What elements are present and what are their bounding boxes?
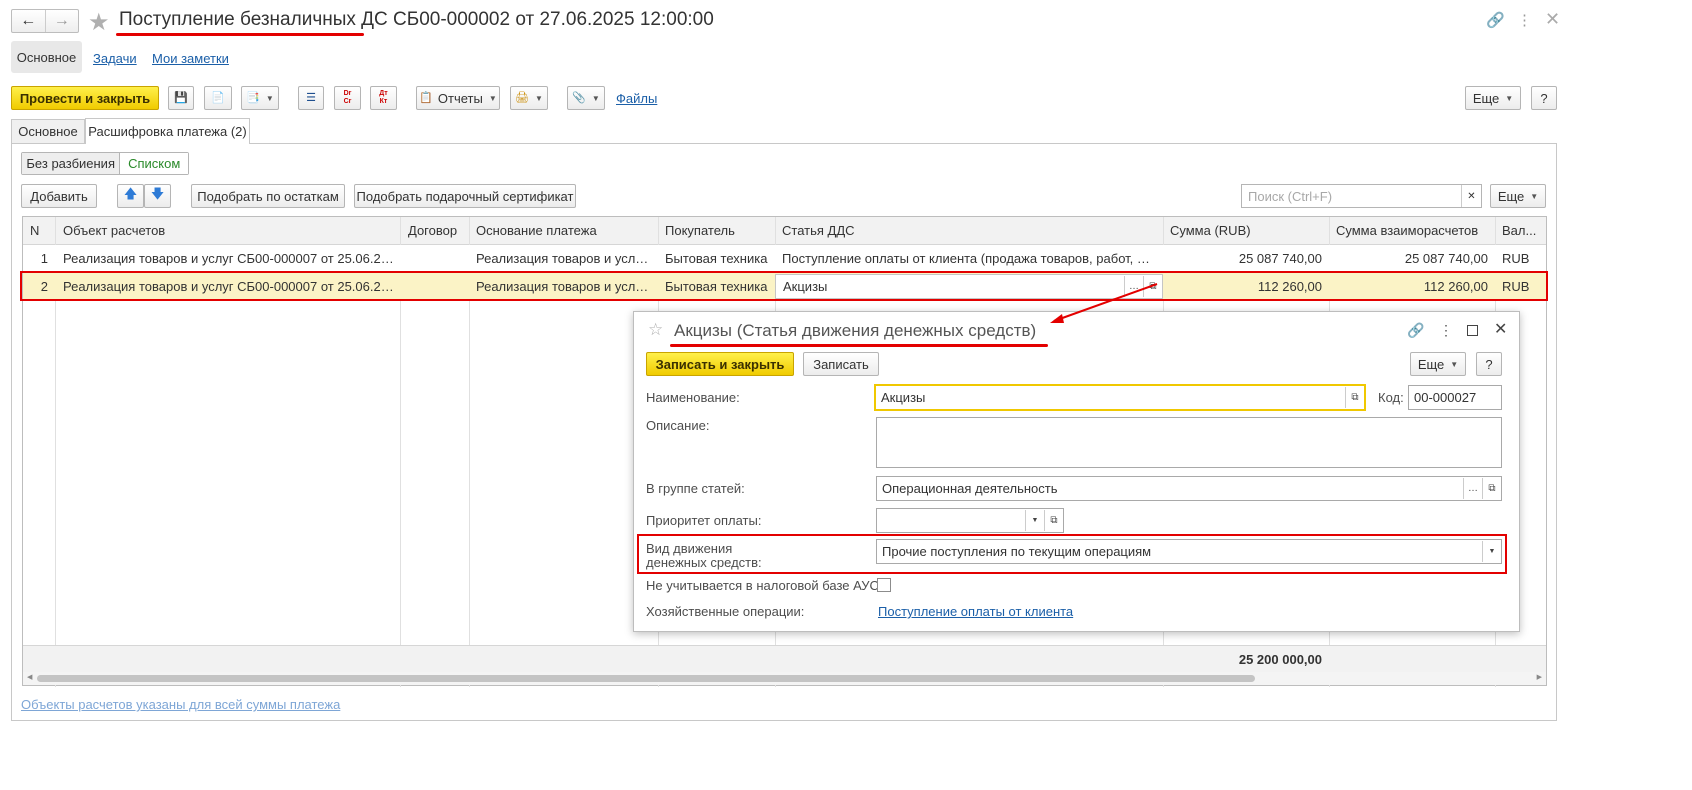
form-tab-payment-breakdown[interactable]: Расшифровка платежа (2) xyxy=(85,118,250,144)
title-underline xyxy=(116,33,364,36)
mode-no-split[interactable]: Без разбиения xyxy=(22,153,121,174)
attach-button[interactable]: 📎 ▼ xyxy=(567,86,605,110)
col-amount[interactable]: Сумма (RUB) xyxy=(1163,217,1329,244)
code-label: Код: xyxy=(1378,390,1404,405)
more-vert-icon[interactable]: ⋮ xyxy=(1517,11,1532,29)
priority-open-icon[interactable]: ⧉ xyxy=(1044,510,1063,531)
favorite-star-icon[interactable]: ★ xyxy=(88,8,110,37)
scrollbar-thumb[interactable] xyxy=(37,675,1255,682)
select-gift-cert-button[interactable]: Подобрать подарочный сертификат xyxy=(354,184,576,208)
dialog-help-button[interactable]: ? xyxy=(1476,352,1502,376)
description-label: Описание: xyxy=(646,418,710,433)
save-and-close-button[interactable]: Записать и закрыть xyxy=(646,352,794,376)
cf-type-label-1: Вид движения xyxy=(646,541,733,556)
print-button[interactable]: 🖨 ▼ xyxy=(510,86,548,110)
ops-link[interactable]: Поступление оплаты от клиента xyxy=(878,604,1073,619)
cf-type-label-2: денежных средств: xyxy=(646,555,762,570)
name-open-icon[interactable]: ⧉ xyxy=(1345,387,1364,408)
col-cf-item[interactable]: Статья ДДС xyxy=(775,217,1163,244)
ops-label: Хозяйственные операции: xyxy=(646,604,805,619)
add-button[interactable]: Добавить xyxy=(21,184,97,208)
dialog-title-underline xyxy=(670,344,1048,347)
tax-checkbox[interactable] xyxy=(877,578,891,592)
table-header: N Объект расчетов Договор Основание плат… xyxy=(23,217,1546,245)
table-row[interactable]: 2 Реализация товаров и услуг СБ00-000007… xyxy=(23,273,1546,300)
tab-main[interactable]: Основное xyxy=(11,41,82,73)
journal-icon[interactable]: ☰ xyxy=(298,86,324,110)
col-object[interactable]: Объект расчетов xyxy=(56,217,401,244)
name-label: Наименование: xyxy=(646,390,740,405)
dr-cr-icon[interactable]: Dr Cr xyxy=(334,86,361,110)
dt-kt-icon[interactable]: Дт Кт xyxy=(370,86,397,110)
link-icon[interactable]: 🔗 xyxy=(1486,11,1505,29)
mode-switch: Без разбиения Списком xyxy=(21,152,189,175)
reports-button[interactable]: 📋 Отчеты ▼ xyxy=(416,86,500,110)
tab-tasks[interactable]: Задачи xyxy=(93,51,137,66)
table-footer: 25 200 000,00 xyxy=(23,645,1546,672)
priority-label: Приоритет оплаты: xyxy=(646,513,762,528)
clear-search-icon[interactable]: ✕ xyxy=(1461,185,1481,207)
page-title: Поступление безналичных ДС СБ00-000002 о… xyxy=(119,9,714,30)
move-up-button[interactable]: 🡅 xyxy=(117,184,144,208)
group-open-icon[interactable]: ⧉ xyxy=(1482,478,1501,499)
total-amount: 25 200 000,00 xyxy=(1238,652,1322,667)
priority-dropdown-icon[interactable]: ▼ xyxy=(1025,510,1044,531)
group-choose-button[interactable]: … xyxy=(1463,478,1482,499)
create-based-on-button[interactable]: 📑 ▼ xyxy=(241,86,279,110)
dialog-star-icon[interactable]: ☆ xyxy=(648,320,663,340)
col-settlement-amount[interactable]: Сумма взаиморасчетов xyxy=(1329,217,1495,244)
form-tab-main[interactable]: Основное xyxy=(11,119,85,143)
save-icon[interactable]: 💾 xyxy=(168,86,194,110)
mode-list[interactable]: Списком xyxy=(120,153,188,174)
search-input[interactable]: Поиск (Ctrl+F) ✕ xyxy=(1241,184,1482,208)
col-basis[interactable]: Основание платежа xyxy=(469,217,658,244)
group-label: В группе статей: xyxy=(646,481,745,496)
select-by-balance-button[interactable]: Подобрать по остаткам xyxy=(191,184,345,208)
description-field[interactable] xyxy=(876,417,1502,468)
dialog-more-vert-icon[interactable]: ⋮ xyxy=(1439,322,1453,339)
dialog-more-button[interactable]: Еще ▼ xyxy=(1410,352,1466,376)
post-and-close-button[interactable]: Провести и закрыть xyxy=(11,86,159,110)
col-buyer[interactable]: Покупатель xyxy=(658,217,775,244)
back-arrow-icon[interactable]: ← xyxy=(12,10,46,32)
save-button[interactable]: Записать xyxy=(803,352,879,376)
tax-label: Не учитывается в налоговой базе АУСН: xyxy=(646,578,892,593)
col-currency[interactable]: Вал... xyxy=(1495,217,1547,244)
dialog-title: Акцизы (Статья движения денежных средств… xyxy=(674,321,1037,340)
dialog-close-icon[interactable]: ✕ xyxy=(1494,319,1507,339)
grid-more-button[interactable]: Еще ▼ xyxy=(1490,184,1546,208)
horizontal-scrollbar[interactable]: ◀ ▶ xyxy=(23,672,1546,685)
name-field[interactable]: Акцизы ⧉ xyxy=(874,384,1366,411)
nav-buttons: ← → xyxy=(11,9,79,33)
document-icon[interactable]: 📄 xyxy=(204,86,232,110)
annotation-arrow xyxy=(1050,283,1158,323)
close-window-icon[interactable]: ✕ xyxy=(1545,9,1560,30)
col-n[interactable]: N xyxy=(23,217,55,244)
code-field[interactable]: 00-000027 xyxy=(1408,385,1502,410)
group-field[interactable]: Операционная деятельность … ⧉ xyxy=(876,476,1502,501)
footer-info-link[interactable]: Объекты расчетов указаны для всей суммы … xyxy=(21,697,340,712)
cf-type-field[interactable]: Прочие поступления по текущим операциям … xyxy=(876,539,1502,564)
files-link[interactable]: Файлы xyxy=(616,91,657,106)
cf-type-dropdown-icon[interactable]: ▼ xyxy=(1482,541,1501,562)
cf-item-dialog: ☆ Акцизы (Статья движения денежных средс… xyxy=(633,311,1520,632)
priority-field[interactable]: ▼ ⧉ xyxy=(876,508,1064,533)
more-button[interactable]: Еще ▼ xyxy=(1465,86,1521,110)
tab-notes[interactable]: Мои заметки xyxy=(152,51,229,66)
maximize-icon[interactable] xyxy=(1467,325,1478,336)
help-button[interactable]: ? xyxy=(1531,86,1557,110)
move-down-button[interactable]: 🡇 xyxy=(144,184,171,208)
col-contract[interactable]: Договор xyxy=(401,217,469,244)
dialog-link-icon[interactable]: 🔗 xyxy=(1407,322,1424,339)
table-row[interactable]: 1 Реализация товаров и услуг СБ00-000007… xyxy=(23,245,1546,272)
forward-arrow-icon[interactable]: → xyxy=(46,10,79,32)
